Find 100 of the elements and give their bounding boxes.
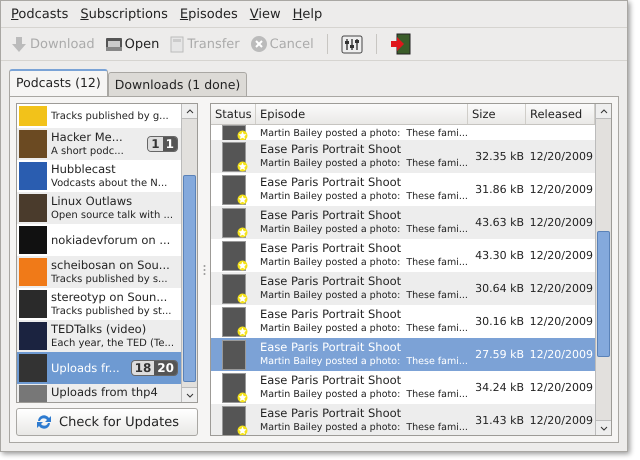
- podcast-title: Hacker Me...: [51, 130, 124, 145]
- menu-item[interactable]: View: [244, 5, 287, 24]
- refresh-icon: [35, 413, 53, 431]
- episode-row[interactable]: Ease Paris Portrait Shoot Martin Bailey posted a photo: These fami... 43.30 kB 12/20/2009: [211, 239, 595, 272]
- cancel-icon: [250, 35, 268, 53]
- settings-icon: [340, 34, 363, 54]
- episode-size: 31.43 kB: [474, 414, 525, 427]
- episode-description: Martin Bailey posted a photo: These fami...: [260, 322, 468, 336]
- episode-size: 32.35 kB: [474, 150, 525, 163]
- episode-date: 12/20/2009: [528, 315, 594, 328]
- episode-description: Martin Bailey posted a photo: These fami...: [260, 126, 468, 140]
- exit-door-icon: [390, 33, 411, 55]
- podcast-row[interactable]: Uploads fr... 18 20: [17, 352, 181, 384]
- episode-size: 31.86 kB: [474, 183, 525, 196]
- podcast-row[interactable]: scheibosan on Sou... Tracks published by s...: [17, 256, 181, 288]
- folder-icon: [104, 36, 123, 52]
- episode-row[interactable]: Ease Paris Portrait Shoot Martin Bailey posted a photo: These fami... 34.24 kB 12/20/2009: [211, 371, 595, 404]
- episode-row[interactable]: Ease Paris Portrait Shoot Martin Bailey posted a photo: These fami... 31.43 kB 12/20/2009: [211, 404, 595, 435]
- device-icon: [169, 36, 186, 52]
- podcast-row[interactable]: Linux Outlaws Open source talk with ...: [17, 192, 181, 224]
- episode-date: 12/20/2009: [528, 216, 594, 229]
- episode-title: Ease Paris Portrait Shoot: [260, 142, 402, 157]
- podcast-title: Uploads fr...: [51, 360, 121, 376]
- podcast-row[interactable]: Tracks published by g...: [17, 104, 181, 128]
- podcast-title: Linux Outlaws: [51, 194, 134, 209]
- episode-title: Ease Paris Portrait Shoot: [260, 406, 402, 421]
- podcast-description: Tracks published by g...: [51, 110, 170, 122]
- episode-description: Martin Bailey posted a photo: These fami...: [260, 355, 468, 369]
- podcast-title: TEDTalks (video): [51, 322, 148, 337]
- podcast-description: A short podc...: [51, 145, 125, 158]
- podcast-description: Vodcasts about the N...: [51, 177, 168, 190]
- episode-description: Martin Bailey posted a photo: These fami...: [260, 388, 468, 402]
- episode-description: Martin Bailey posted a photo: These fami...: [260, 421, 468, 435]
- episode-date: 12/20/2009: [528, 249, 594, 262]
- column-header[interactable]: Status: [211, 104, 256, 124]
- podcast-description: Open source talk with ...: [51, 209, 174, 222]
- episode-size: 43.30 kB: [474, 249, 525, 262]
- episode-date: 12/20/2009: [528, 381, 594, 394]
- podcast-row[interactable]: TEDTalks (video) Each year, the TED (Te...: [17, 320, 181, 352]
- episode-count-badge: 1 1: [147, 136, 178, 152]
- episode-description: Martin Bailey posted a photo: These fami...: [260, 223, 468, 237]
- podcast-title: nokiadevforum on ...: [51, 232, 172, 248]
- photo-placeholder: [222, 340, 246, 370]
- menu-item[interactable]: Podcasts: [5, 5, 74, 24]
- episode-size: 30.64 kB: [474, 282, 525, 295]
- up-caret-icon: [186, 108, 194, 114]
- episode-title: Ease Paris Portrait Shoot: [260, 274, 402, 289]
- episode-date: 12/20/2009: [528, 348, 594, 361]
- menu-item[interactable]: Subscriptions: [74, 5, 174, 24]
- podcast-description: Tracks published by s...: [51, 273, 169, 286]
- episode-row[interactable]: Ease Paris Portrait Shoot Martin Bailey posted a photo: These fami... 30.16 kB 12/20/2009: [211, 305, 595, 338]
- scrollbar[interactable]: [181, 104, 197, 402]
- podcast-title: scheibosan on Sou...: [51, 258, 171, 273]
- episode-date: 12/20/2009: [528, 150, 594, 163]
- tab[interactable]: Downloads (1 done): [108, 72, 248, 96]
- podcast-row[interactable]: Hacker Me... A short podc... 1 1: [17, 128, 181, 160]
- down-caret-icon: [186, 392, 194, 398]
- podcast-row[interactable]: stereotyp on Soun... Tracks published by st...: [17, 288, 181, 320]
- podcast-row[interactable]: Uploads from thp4: [17, 384, 181, 402]
- check-for-updates-button[interactable]: Check for Updates: [16, 408, 198, 436]
- episode-size: 43.63 kB: [474, 216, 525, 229]
- podcast-description: Each year, the TED (Te...: [51, 337, 176, 350]
- episode-title: Ease Paris Portrait Shoot: [260, 241, 402, 256]
- podcast-title: stereotyp on Soun...: [51, 290, 168, 305]
- episode-size: 27.59 kB: [474, 348, 525, 361]
- scrollbar[interactable]: [595, 104, 611, 435]
- pane-handle-icon: [202, 264, 206, 276]
- episode-date: 12/20/2009: [528, 414, 594, 427]
- menu-item[interactable]: Help: [286, 5, 328, 24]
- episode-description: Martin Bailey posted a photo: These fami...: [260, 190, 468, 204]
- episode-title: Ease Paris Portrait Shoot: [260, 373, 402, 388]
- episode-row[interactable]: Ease Paris Portrait Shoot Martin Bailey posted a photo: These fami... 32.35 kB 12/20/2009: [211, 140, 595, 173]
- podcast-row[interactable]: nokiadevforum on ...: [17, 224, 181, 256]
- open-button[interactable]: Open: [102, 34, 162, 54]
- tab[interactable]: Podcasts (12): [9, 69, 108, 96]
- column-header[interactable]: Size: [468, 104, 526, 124]
- podcast-title: Hubblecast: [51, 162, 117, 177]
- episode-title: Ease Paris Portrait Shoot: [260, 307, 402, 322]
- podcast-description: Tracks published by st...: [51, 305, 172, 318]
- down-caret-icon: [600, 426, 608, 430]
- episode-date: 12/20/2009: [528, 183, 594, 196]
- menu-item[interactable]: Episodes: [174, 5, 244, 24]
- episode-description: Martin Bailey posted a photo: These fami...: [260, 289, 468, 303]
- episode-description: Martin Bailey posted a photo: These fami...: [260, 256, 468, 270]
- episode-title: Ease Paris Portrait Shoot: [260, 175, 402, 190]
- episode-count-badge: 18 20: [130, 360, 178, 376]
- episode-title: Ease Paris Portrait Shoot: [260, 340, 402, 355]
- episode-row[interactable]: Ease Paris Portrait Shoot Martin Bailey posted a photo: These fami... 31.86 kB 12/20/2009: [211, 173, 595, 206]
- episode-description: Martin Bailey posted a photo: These fami...: [260, 157, 468, 171]
- episode-title: Ease Paris Portrait Shoot: [260, 208, 402, 223]
- column-header[interactable]: Episode: [256, 104, 468, 124]
- podcast-row[interactable]: Hubblecast Vodcasts about the N...: [17, 160, 181, 192]
- podcast-title: Uploads from thp4: [51, 385, 159, 400]
- episode-row[interactable]: Ease Paris Portrait Shoot Martin Bailey posted a photo: These fami... 30.64 kB 12/20/2009: [211, 272, 595, 305]
- episode-date: 12/20/2009: [528, 282, 594, 295]
- up-caret-icon: [600, 108, 608, 114]
- down-arrow-icon: [10, 36, 28, 52]
- episode-size: 34.24 kB: [474, 381, 525, 394]
- episode-row[interactable]: Ease Paris Portrait Shoot Martin Bailey posted a photo: These fami... 43.63 kB 12/20/2009: [211, 206, 595, 239]
- episode-size: 30.16 kB: [474, 315, 525, 328]
